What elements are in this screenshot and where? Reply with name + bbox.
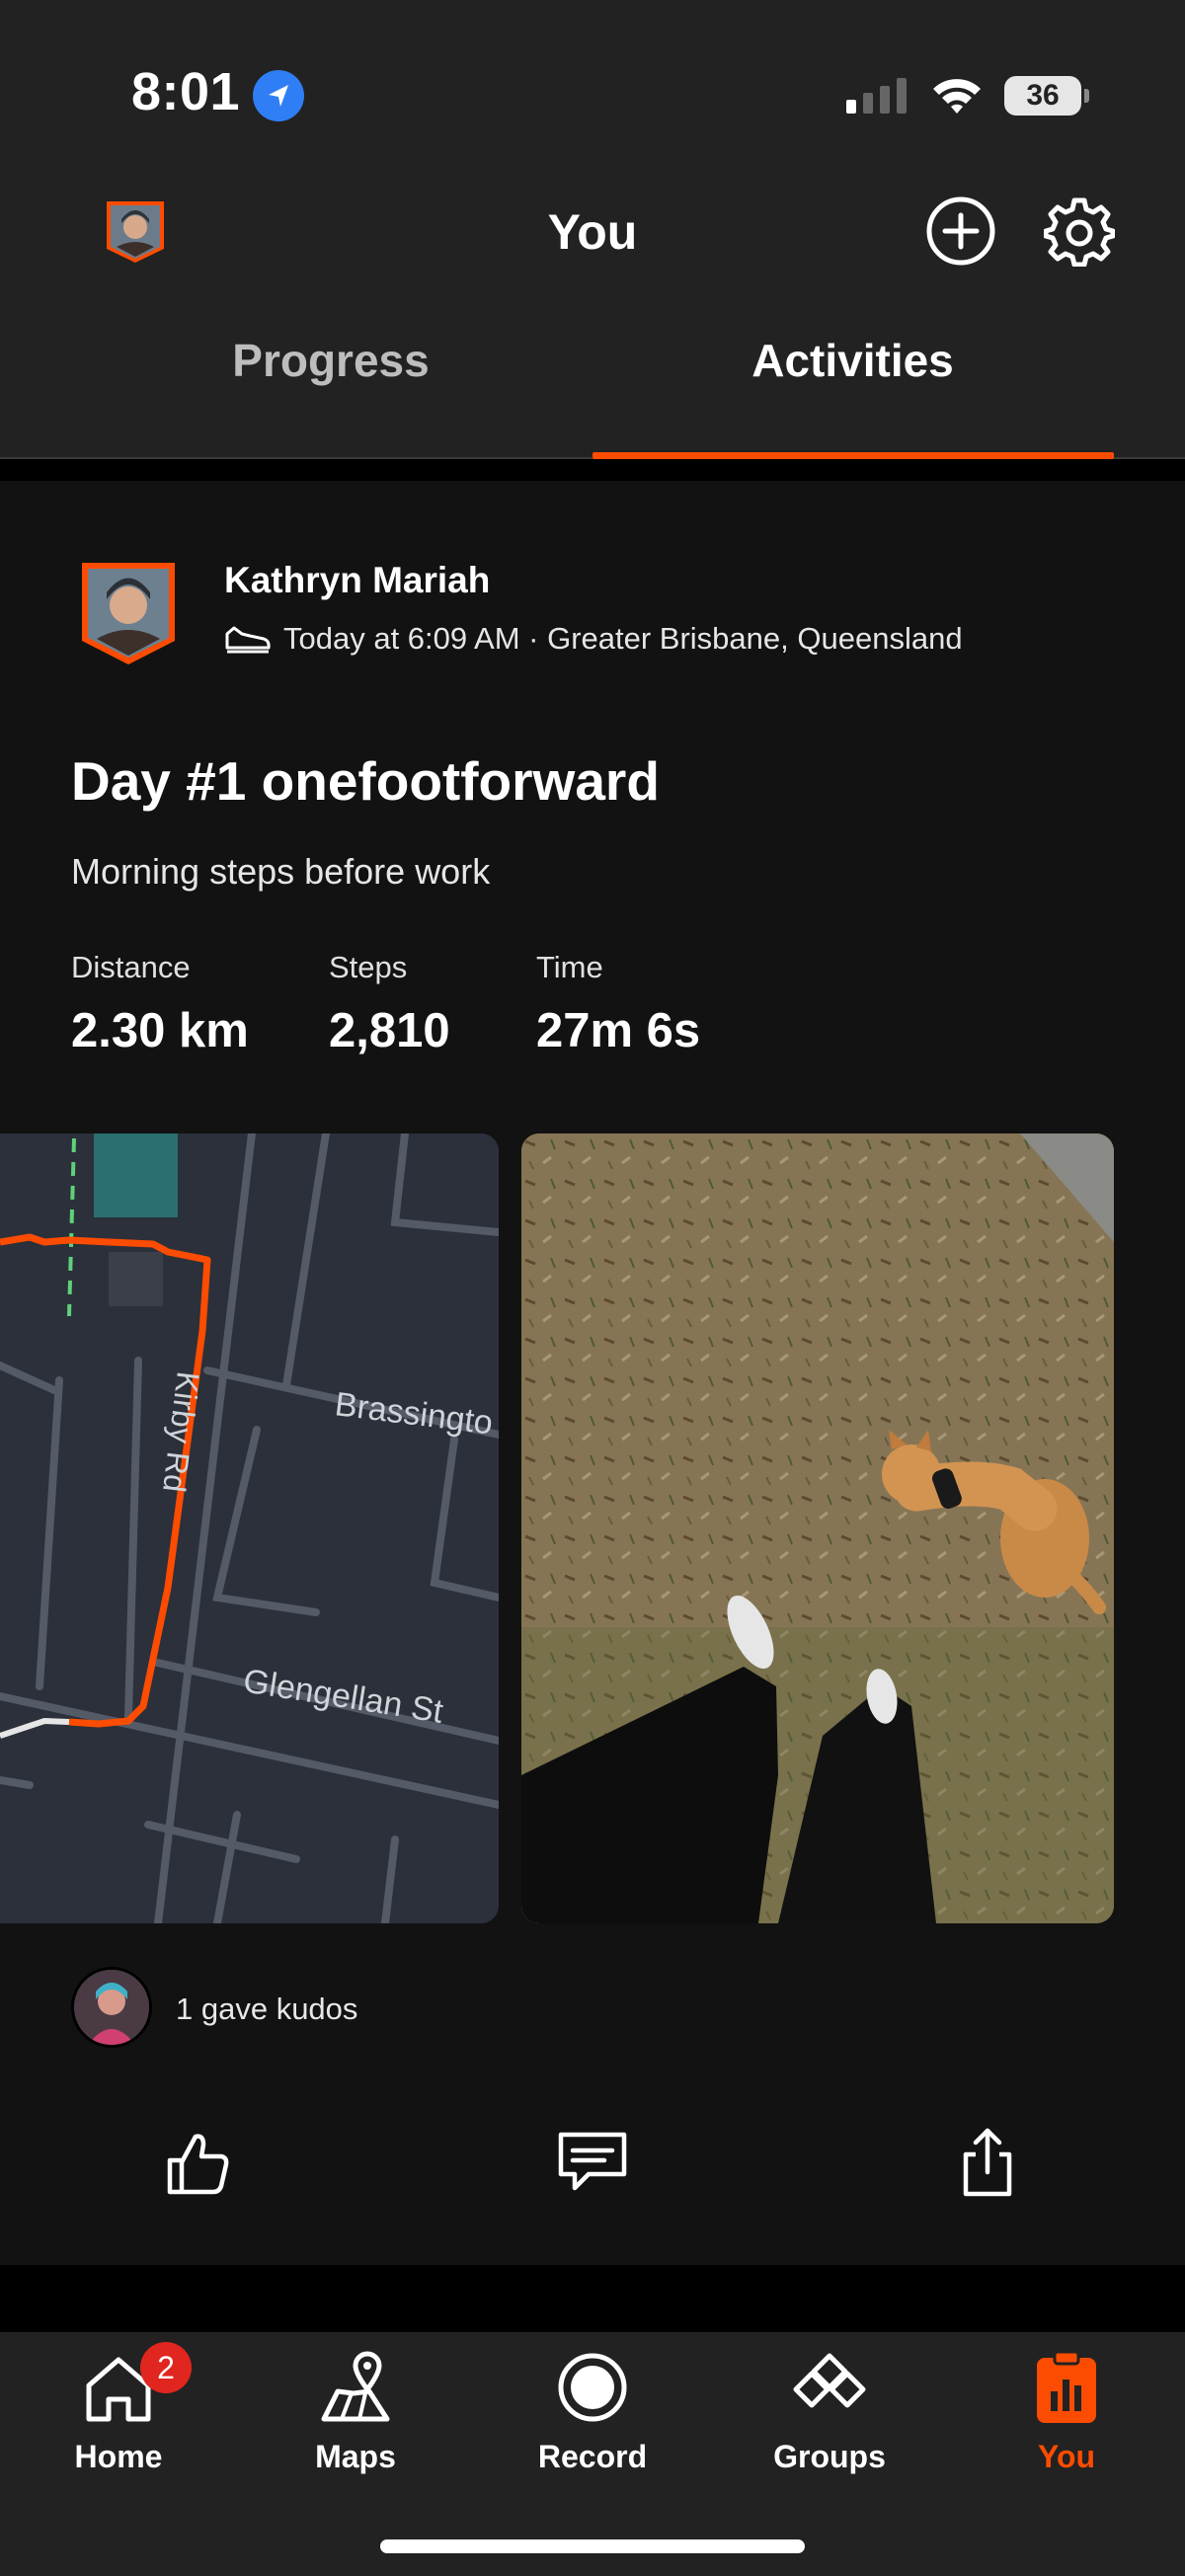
stat-label: Steps — [329, 950, 408, 984]
thumbs-up-icon — [167, 2134, 229, 2195]
comment-button[interactable] — [548, 2118, 637, 2207]
nav-item-groups[interactable]: Groups — [711, 2332, 948, 2500]
record-icon — [558, 2353, 627, 2422]
plus-circle-icon — [926, 196, 995, 266]
maps-icon — [321, 2351, 390, 2422]
nav-label: Groups — [773, 2439, 886, 2474]
activity-meta: Today at 6:09 AM · Greater Brisbane, Que… — [224, 621, 963, 657]
stat-value: 2,810 — [329, 1004, 450, 1057]
tab-activities[interactable]: Activities — [592, 334, 1113, 387]
stat-distance: Distance 2.30 km — [71, 950, 249, 1058]
nav-item-record[interactable]: Record — [474, 2332, 711, 2500]
share-icon — [963, 2128, 1012, 2197]
settings-button[interactable] — [1043, 195, 1116, 268]
battery-indicator: 36 — [1004, 76, 1089, 116]
stat-time: Time 27m 6s — [536, 950, 700, 1058]
activity-photo[interactable] — [521, 1133, 1114, 1923]
battery-level: 36 — [1026, 79, 1060, 112]
stat-label: Time — [536, 950, 603, 984]
page-title: You — [547, 204, 638, 260]
kudos-avatar[interactable] — [71, 1967, 152, 2048]
stat-value: 27m 6s — [536, 1004, 701, 1057]
groups-icon — [793, 2353, 866, 2408]
status-time: 8:01 — [131, 62, 241, 121]
nav-label: You — [1037, 2439, 1096, 2474]
notification-badge: 2 — [140, 2342, 192, 2393]
stat-label: Distance — [71, 950, 191, 984]
nav-item-you[interactable]: You — [948, 2332, 1185, 2500]
tab-progress[interactable]: Progress — [0, 334, 662, 387]
nav-label: Home — [74, 2439, 163, 2474]
header: You Progress Activities — [0, 168, 1185, 459]
activity-title[interactable]: Day #1 onefootforward — [71, 749, 660, 813]
share-button[interactable] — [943, 2118, 1032, 2207]
home-indicator[interactable] — [380, 2539, 805, 2553]
activity-meta-text: Today at 6:09 AM · Greater Brisbane, Que… — [283, 621, 963, 656]
clipboard-chart-icon — [1037, 2350, 1096, 2423]
add-button[interactable] — [925, 195, 996, 267]
athlete-name[interactable]: Kathryn Mariah — [224, 560, 490, 601]
status-indicators: 36 — [846, 71, 1089, 120]
wifi-icon — [933, 79, 981, 114]
active-tab-indicator — [592, 452, 1114, 459]
stat-value: 2.30 km — [71, 1004, 249, 1057]
kudos-count[interactable]: 1 gave kudos — [176, 1991, 357, 2027]
activity-description: Morning steps before work — [71, 851, 491, 892]
status-bar: 8:01 36 — [0, 0, 1185, 168]
route-map[interactable]: Brassingto Glengellan St Kirby Rd — [0, 1133, 499, 1923]
nav-item-maps[interactable]: Maps — [237, 2332, 474, 2500]
nav-label: Maps — [315, 2439, 396, 2474]
athlete-avatar[interactable] — [79, 560, 178, 668]
stat-steps: Steps 2,810 — [329, 950, 450, 1058]
cellular-signal-icon — [846, 78, 907, 114]
bottom-nav: 2 Home Maps Record Groups You — [0, 2332, 1185, 2576]
activity-card[interactable]: Kathryn Mariah Today at 6:09 AM · Greate… — [0, 481, 1185, 2265]
kudos-button[interactable] — [153, 2118, 242, 2207]
location-arrow-icon — [253, 70, 304, 121]
nav-label: Record — [537, 2439, 648, 2474]
gear-icon — [1043, 197, 1116, 268]
nav-item-home[interactable]: 2 Home — [0, 2332, 237, 2500]
shoe-icon — [225, 626, 271, 654]
comment-icon — [558, 2132, 627, 2191]
